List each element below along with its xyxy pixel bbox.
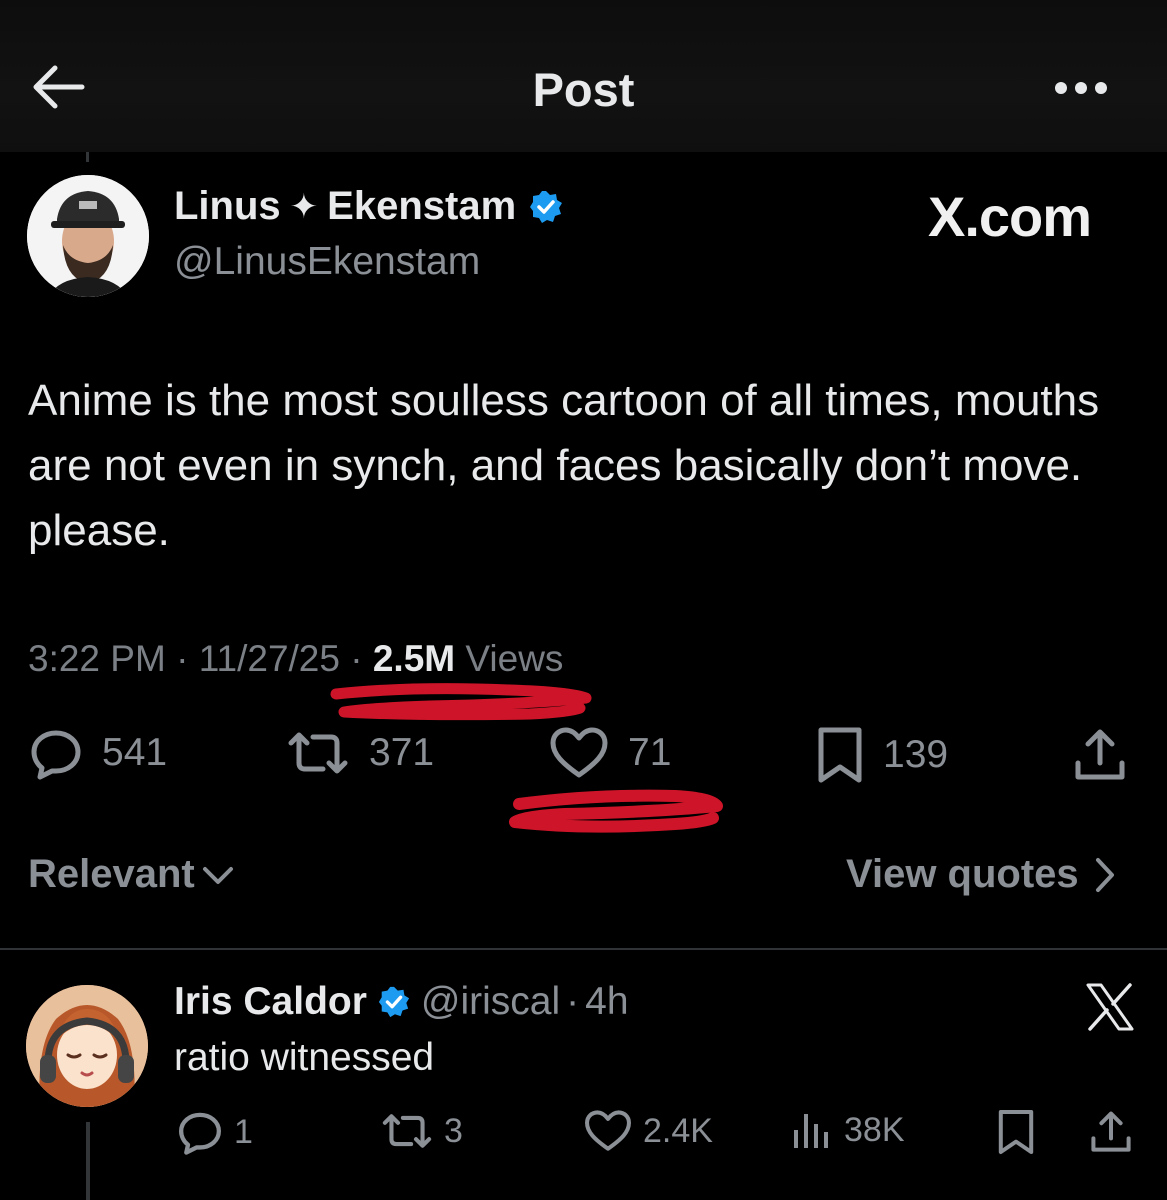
repost-icon [288, 732, 348, 774]
reply-repost-button[interactable]: 3 [380, 1108, 463, 1154]
repost-icon [382, 1114, 432, 1148]
share-icon [1091, 1111, 1131, 1152]
chevron-right-icon [1095, 857, 1114, 892]
bookmark-count: 139 [883, 733, 949, 776]
post-meta: 3:22 PM · 11/27/25 · 2.5M Views [28, 638, 563, 680]
reply-reply-button[interactable]: 1 [176, 1108, 253, 1156]
reply-bookmark-button[interactable] [996, 1108, 1036, 1156]
red-scribble-likes [509, 789, 723, 833]
reply-like-count: 2.4K [643, 1111, 713, 1150]
views-count: 2.5M [372, 638, 456, 679]
reply-icon [31, 730, 81, 780]
reply-views-count: 38K [844, 1110, 905, 1149]
chevron-down-icon [202, 866, 233, 884]
reply-separator: · [566, 980, 580, 1023]
thread-connector [86, 152, 89, 162]
reply-author-handle[interactable]: @iriscal [421, 980, 560, 1024]
reply-age: 4h [585, 980, 629, 1023]
views-icon [794, 1114, 828, 1148]
reply-icon [179, 1112, 221, 1155]
x-logo-icon [1086, 983, 1134, 1031]
share-icon [1075, 729, 1125, 780]
author-name[interactable]: Linus ✦ Ekenstam [174, 184, 564, 229]
reply-repost-count: 3 [444, 1111, 463, 1150]
like-button[interactable]: 71 [548, 725, 671, 781]
thread-line [86, 1122, 90, 1200]
share-button[interactable] [1072, 725, 1128, 785]
more-button[interactable] [1050, 70, 1122, 106]
post-text: Anime is the most soulless cartoon of al… [28, 376, 1100, 555]
post-date: 11/27/25 [198, 638, 340, 679]
author-first-name: Linus [174, 184, 281, 228]
author-last-name: Ekenstam [327, 184, 517, 228]
reply-author-avatar[interactable] [26, 985, 148, 1107]
page-title: Post [532, 63, 635, 116]
reply-reply-count: 1 [234, 1112, 253, 1151]
name-sparkle: ✦ [289, 187, 319, 226]
views-label: Views [465, 638, 564, 679]
reply-button[interactable]: 541 [28, 725, 167, 781]
reply-text: ratio witnessed [174, 1036, 435, 1079]
divider [0, 948, 1167, 950]
like-count: 71 [628, 731, 672, 774]
sort-label: Relevant [28, 852, 195, 896]
reply-header: Iris Caldor @iriscal · 4h [174, 980, 629, 1024]
author-avatar[interactable] [27, 175, 149, 297]
like-icon [585, 1110, 631, 1151]
verified-badge-icon [378, 986, 410, 1018]
view-quotes-label: View quotes [846, 852, 1079, 896]
bookmark-icon [818, 727, 862, 783]
bookmark-button[interactable]: 139 [815, 725, 948, 785]
verified-badge-icon [530, 190, 563, 223]
reply-views-button[interactable]: 38K [790, 1108, 905, 1152]
repost-button[interactable]: 371 [285, 725, 434, 781]
sort-dropdown[interactable]: Relevant [28, 852, 235, 897]
post-time: 3:22 PM [28, 638, 166, 679]
meta-separator: · [176, 638, 189, 679]
more-icon [1055, 82, 1107, 94]
author-handle[interactable]: @LinusEkenstam [174, 240, 480, 284]
red-scribble-views [330, 683, 592, 721]
reply-count: 541 [102, 731, 168, 774]
reply-like-button[interactable]: 2.4K [583, 1108, 713, 1154]
meta-separator: · [350, 638, 363, 679]
reply-share-button[interactable] [1088, 1108, 1134, 1156]
bookmark-icon [998, 1110, 1034, 1154]
like-icon [550, 727, 608, 778]
reply-author-name[interactable]: Iris Caldor [174, 980, 367, 1024]
watermark: X.com [928, 185, 1092, 248]
repost-count: 371 [369, 731, 435, 774]
view-quotes-link[interactable]: View quotes [846, 852, 1119, 897]
